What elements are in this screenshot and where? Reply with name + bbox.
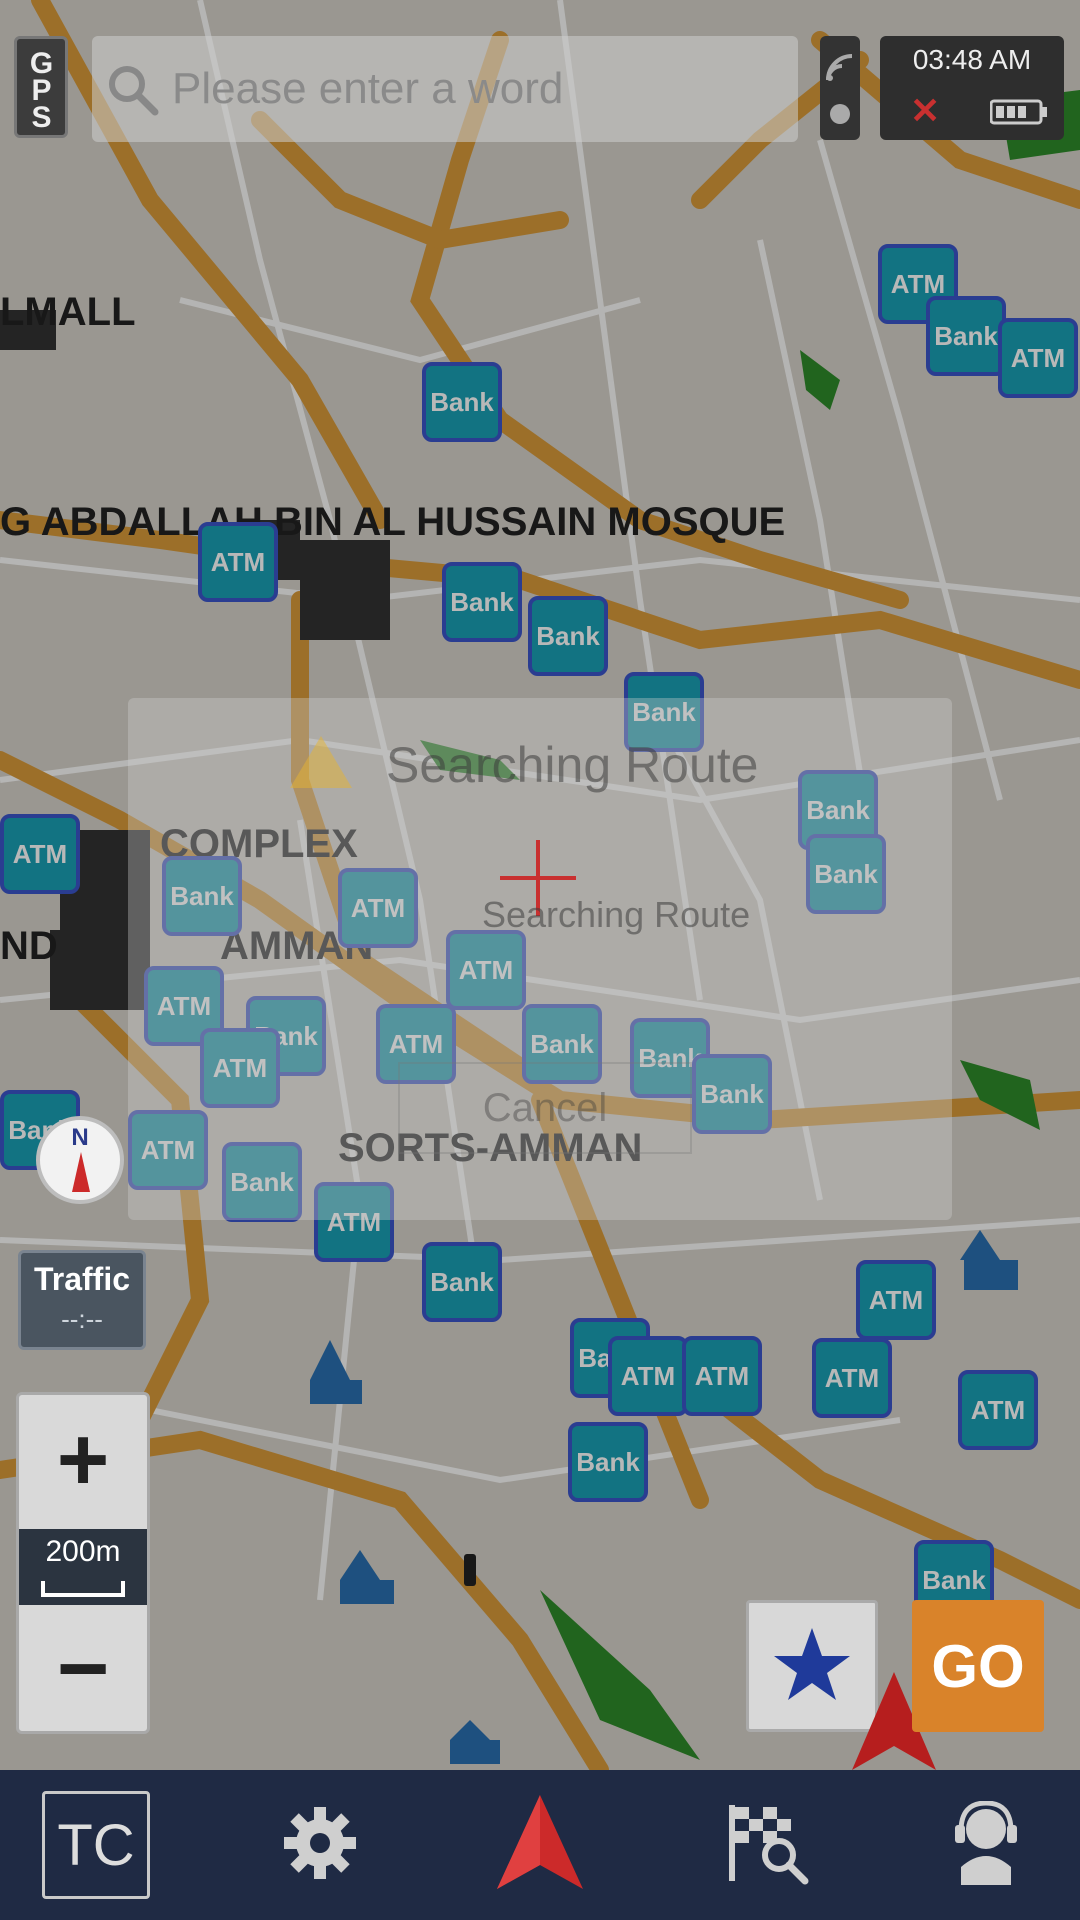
traffic-value: --:-- — [61, 1304, 103, 1334]
bank-poi[interactable]: Bank — [422, 1242, 502, 1322]
compass-button[interactable]: N — [36, 1116, 124, 1204]
atm-poi[interactable]: ATM — [608, 1336, 688, 1416]
bank-poi[interactable]: Bank — [568, 1422, 648, 1502]
atm-poi[interactable]: ATM — [958, 1370, 1038, 1450]
tc-label: TC — [42, 1791, 150, 1899]
cancel-button[interactable]: Cancel — [398, 1062, 692, 1154]
navigation-arrow-icon — [495, 1794, 585, 1896]
star-icon — [772, 1626, 852, 1707]
atm-poi[interactable]: ATM — [998, 318, 1078, 398]
headset-agent-icon — [951, 1799, 1021, 1890]
bank-poi[interactable]: Bank — [926, 296, 1006, 376]
traffic-label: Traffic — [33, 1261, 131, 1297]
dialog-title: Searching Route — [386, 737, 759, 793]
zoom-out-button[interactable]: − — [19, 1607, 147, 1731]
map-label-nd: ND — [0, 924, 58, 968]
search-placeholder: Please enter a word — [172, 64, 564, 113]
bottom-nav-bar: TC — [0, 1770, 1080, 1920]
status-dot-icon — [830, 104, 850, 124]
clock-panel: 03:48 AM ✕ — [880, 36, 1064, 140]
go-button[interactable]: GO — [912, 1600, 1044, 1732]
tc-button[interactable]: TC — [40, 1770, 152, 1920]
clock-time: 03:48 AM — [912, 44, 1032, 75]
settings-button[interactable] — [270, 1770, 370, 1920]
compass-needle-icon — [72, 1152, 90, 1197]
gps-label: GPS — [25, 46, 58, 128]
route-search-dialog: Searching Route Searching Route Cancel — [128, 698, 952, 1220]
close-icon[interactable]: ✕ — [910, 90, 940, 132]
gps-indicator[interactable]: GPS — [14, 36, 68, 138]
signal-indicator — [820, 36, 860, 140]
support-button[interactable] — [936, 1770, 1036, 1920]
atm-poi[interactable]: ATM — [0, 814, 80, 894]
search-icon — [92, 62, 172, 116]
rss-signal-icon — [824, 52, 856, 89]
bank-poi[interactable]: Bank — [442, 562, 522, 642]
traffic-button[interactable]: Traffic --:-- — [18, 1250, 146, 1350]
scale-bar-icon — [41, 1573, 125, 1607]
atm-poi[interactable]: ATM — [198, 522, 278, 602]
checkered-flag-search-icon — [723, 1801, 813, 1890]
search-bar[interactable]: Please enter a word — [92, 36, 798, 142]
atm-poi[interactable]: ATM — [812, 1338, 892, 1418]
atm-poi[interactable]: ATM — [856, 1260, 936, 1340]
warning-icon — [286, 732, 356, 797]
bank-poi[interactable]: Bank — [528, 596, 608, 676]
destination-search-button[interactable] — [718, 1770, 818, 1920]
dialog-message: Searching Route — [482, 894, 751, 935]
map-label-mall: LMALL — [0, 290, 136, 334]
gear-icon — [280, 1803, 360, 1888]
zoom-control: + 200m − — [16, 1392, 150, 1734]
zoom-scale: 200m — [19, 1529, 147, 1605]
navigate-button[interactable] — [490, 1770, 590, 1920]
bank-poi[interactable]: Bank — [422, 362, 502, 442]
map-label-mosque: G ABDALLAH BIN AL HUSSAIN MOSQUE — [0, 500, 786, 544]
zoom-scale-label: 200m — [45, 1535, 121, 1568]
zoom-in-button[interactable]: + — [19, 1395, 147, 1525]
compass-north-label: N — [71, 1124, 89, 1151]
traffic-light-icon — [464, 1554, 476, 1586]
atm-poi[interactable]: ATM — [682, 1336, 762, 1416]
battery-icon — [989, 98, 1048, 131]
